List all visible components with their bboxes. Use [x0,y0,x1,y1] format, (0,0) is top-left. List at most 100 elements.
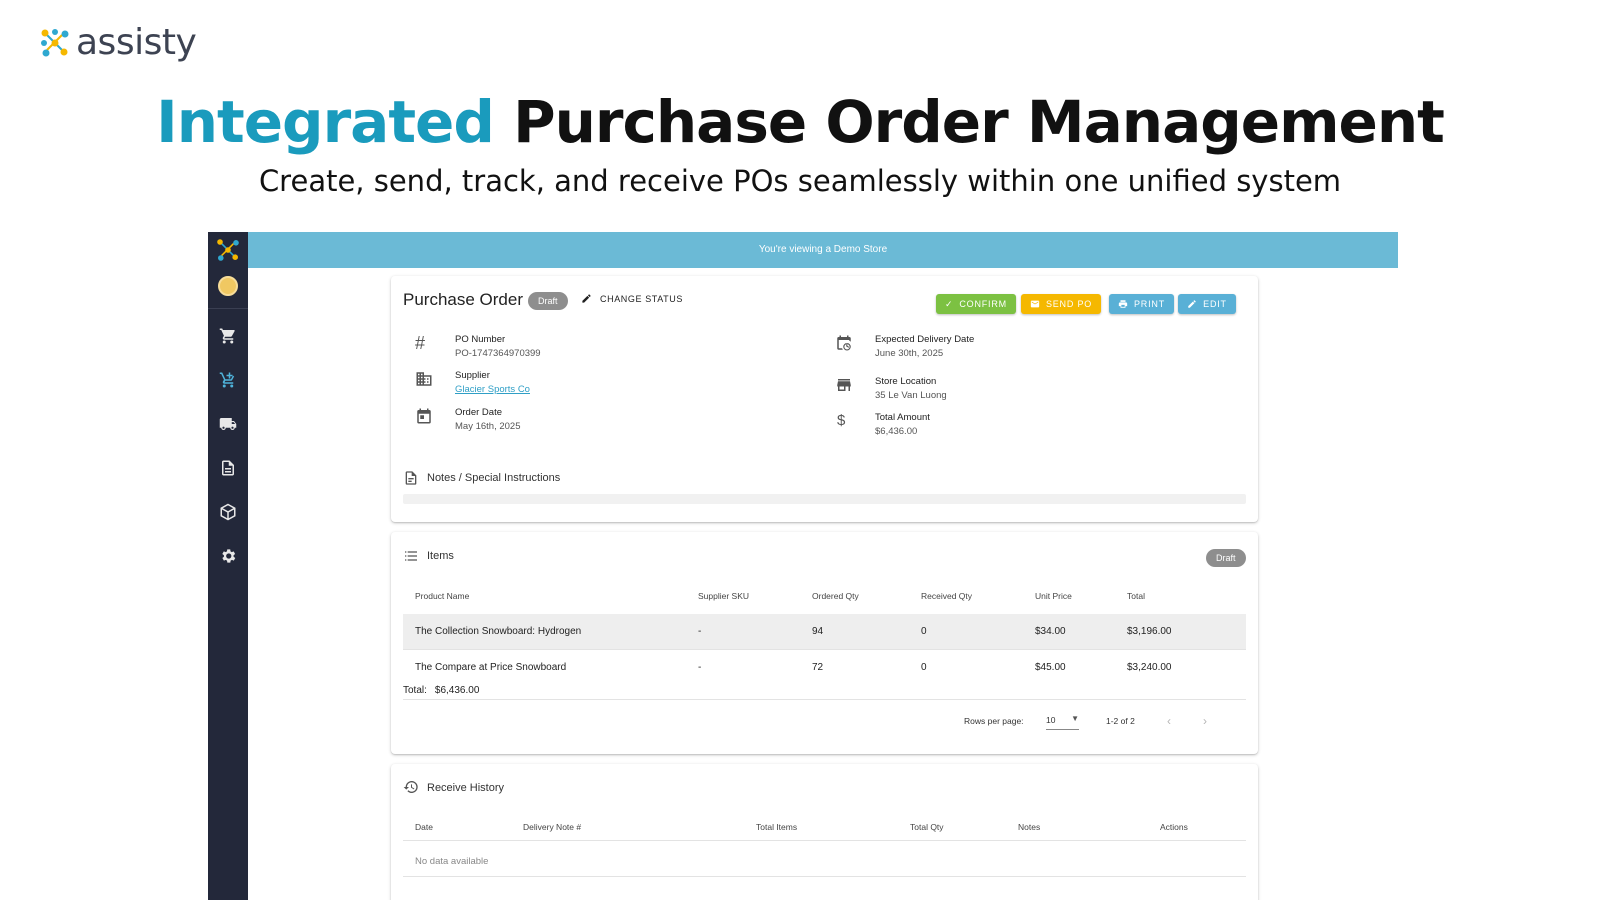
empty-state: No data available [415,856,489,867]
dropdown-arrow-icon: ▼ [1071,714,1079,723]
rows-per-page-value: 10 [1046,715,1056,725]
chevron-left-icon[interactable]: ‹ [1167,714,1171,728]
brand-logo: assisty [40,22,197,63]
calendar-clock-icon [837,335,851,351]
total-amount-field: Total Amount $6,436.00 [875,412,930,437]
total-amount-label: Total Amount [875,412,930,423]
change-status-button[interactable]: CHANGE STATUS [581,293,683,304]
app-logo-icon [217,239,239,261]
chevron-right-icon[interactable]: › [1203,714,1207,728]
items-title: Items [427,550,454,562]
column-header[interactable]: Total [1127,591,1145,601]
store-location-label: Store Location [875,376,937,387]
unit-price-cell: $34.00 [1035,626,1066,637]
ordered-qty-cell: 94 [812,626,824,637]
column-header[interactable]: Total Qty [910,822,944,832]
expected-delivery-label: Expected Delivery Date [875,334,975,345]
pencil-icon [1188,300,1196,308]
supplier-sku-cell: - [698,626,702,637]
divider [403,699,1246,700]
purchase-order-icon[interactable] [219,371,237,389]
purchase-order-card: Purchase Order Draft CHANGE STATUS ✓ CON… [391,276,1258,522]
ordered-qty-cell: 72 [812,662,824,673]
box-icon[interactable] [219,503,237,521]
store-location-field: Store Location 35 Le Van Luong [875,376,947,401]
edit-button[interactable]: EDIT [1178,294,1236,314]
hash-icon: # [415,333,426,353]
dollar-icon: $ [837,412,846,429]
confirm-label: CONFIRM [959,299,1007,309]
total-cell: $3,196.00 [1127,626,1172,637]
total-amount-value: $6,436.00 [875,426,918,437]
column-header[interactable]: Actions [1160,822,1188,832]
supplier-sku-cell: - [698,662,702,673]
hero-title-accent: Integrated [156,88,495,156]
hero-title-rest: Purchase Order Management [513,88,1445,156]
send-po-label: SEND PO [1045,299,1093,309]
table-row[interactable]: The Collection Snowboard: Hydrogen - 94 … [403,614,1246,650]
expected-delivery-value: June 30th, 2025 [875,348,944,359]
truck-icon[interactable] [219,415,237,433]
column-header[interactable]: Received Qty [921,591,972,601]
print-button[interactable]: PRINT [1109,294,1174,314]
hero-subtitle: Create, send, track, and receive POs sea… [258,164,1342,198]
assisty-logo-icon [41,28,69,56]
unit-price-cell: $45.00 [1035,662,1066,673]
avatar[interactable] [218,276,238,296]
check-icon: ✓ [945,298,954,309]
pencil-icon [582,294,591,303]
cart-icon[interactable] [219,327,237,345]
expected-delivery-field: Expected Delivery Date June 30th, 2025 [875,334,974,359]
po-number-field: PO Number PO-1747364970399 [455,334,541,359]
received-qty-cell: 0 [921,626,927,637]
supplier-label: Supplier [455,370,490,381]
column-header[interactable]: Total Items [756,822,797,832]
page-title: Purchase Order [403,290,523,309]
order-date-value: May 16th, 2025 [455,421,521,432]
send-po-button[interactable]: SEND PO [1021,294,1101,314]
mail-icon [1030,300,1040,308]
hero-title: Integrated Purchase Order Management [0,88,1600,156]
receive-history-title: Receive History [427,782,505,794]
status-badge: Draft [1206,549,1246,567]
po-number-value: PO-1747364970399 [455,348,541,359]
supplier-link[interactable]: Glacier Sports Co [455,384,530,395]
column-header[interactable]: Product Name [415,591,469,601]
column-header[interactable]: Date [415,822,433,832]
order-date-label: Order Date [455,407,502,418]
product-name-cell: The Compare at Price Snowboard [415,662,567,673]
po-number-label: PO Number [455,334,506,345]
note-icon [405,471,417,485]
gear-icon[interactable] [219,547,237,565]
column-header[interactable]: Supplier SKU [698,591,749,601]
app-window: You're viewing a Demo Store Purchase Ord… [208,232,1398,900]
rows-per-page-label: Rows per page: [964,716,1024,726]
store-icon [837,379,851,391]
confirm-button[interactable]: ✓ CONFIRM [936,294,1016,314]
divider [403,840,1246,841]
items-total: Total: $6,436.00 [403,685,479,696]
column-header[interactable]: Unit Price [1035,591,1072,601]
supplier-field: Supplier Glacier Sports Co [455,370,530,395]
demo-store-banner: You're viewing a Demo Store [248,232,1398,268]
document-icon[interactable] [219,459,237,477]
history-icon [403,781,418,793]
printer-icon [1118,300,1128,308]
column-header[interactable]: Delivery Note # [523,822,581,832]
calendar-icon [417,408,431,424]
edit-label: EDIT [1203,299,1227,309]
change-status-label: CHANGE STATUS [600,293,683,304]
notes-label: Notes / Special Instructions [427,472,561,484]
table-row[interactable]: The Compare at Price Snowboard - 72 0 $4… [403,650,1246,686]
divider [403,876,1246,877]
order-date-field: Order Date May 16th, 2025 [455,407,521,432]
column-header[interactable]: Ordered Qty [812,591,859,601]
notes-field[interactable] [403,494,1246,504]
pagination-range: 1-2 of 2 [1106,716,1135,726]
column-header[interactable]: Notes [1018,822,1040,832]
rows-per-page-select[interactable]: 10 ▼ [1046,712,1079,730]
items-total-value: $6,436.00 [434,685,480,696]
received-qty-cell: 0 [921,662,927,673]
receive-history-card: Receive History Date Delivery Note # Tot… [391,764,1258,900]
sidebar-rail [208,232,248,900]
